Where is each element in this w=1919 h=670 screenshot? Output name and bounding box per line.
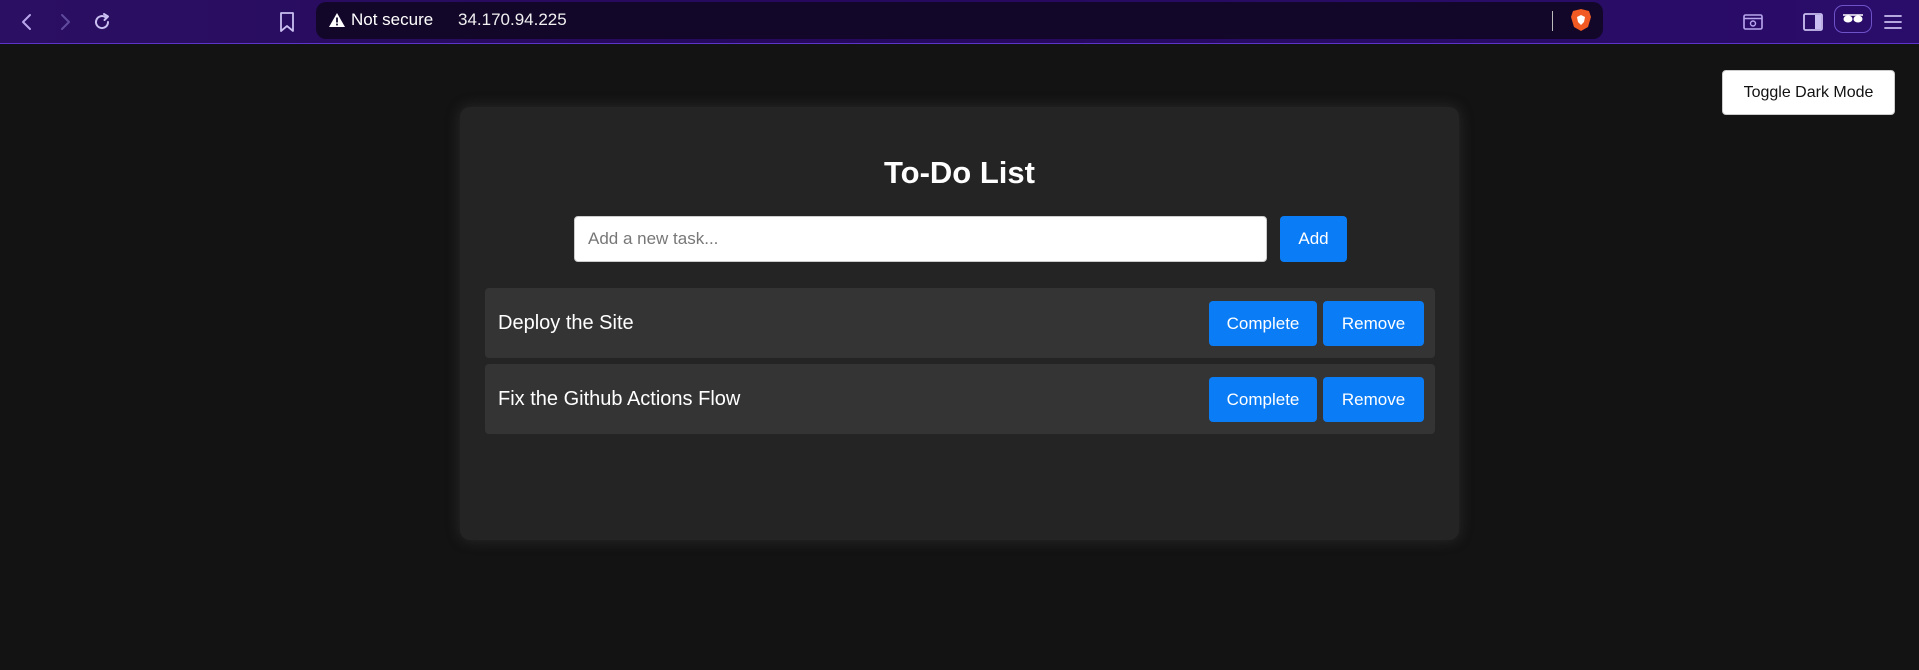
address-divider bbox=[1552, 11, 1553, 31]
security-label[interactable]: Not secure bbox=[351, 10, 433, 30]
warning-icon[interactable] bbox=[328, 12, 346, 33]
url-text[interactable]: 34.170.94.225 bbox=[458, 10, 567, 30]
bookmark-icon[interactable] bbox=[271, 6, 303, 38]
remove-button[interactable]: Remove bbox=[1323, 301, 1424, 346]
add-task-button[interactable]: Add bbox=[1280, 216, 1347, 262]
menu-icon[interactable] bbox=[1877, 6, 1909, 38]
page-title: To-Do List bbox=[884, 155, 1035, 190]
remove-button[interactable]: Remove bbox=[1323, 377, 1424, 422]
address-bar[interactable]: Not secure 34.170.94.225 bbox=[316, 2, 1603, 39]
todo-card: To-Do List Add Deploy the Site Complete … bbox=[460, 107, 1459, 540]
reload-icon[interactable] bbox=[86, 6, 118, 38]
task-item: Deploy the Site Complete Remove bbox=[485, 288, 1435, 358]
complete-button[interactable]: Complete bbox=[1209, 301, 1317, 346]
task-text: Fix the Github Actions Flow bbox=[498, 388, 741, 410]
browser-toolbar: Not secure 34.170.94.225 bbox=[0, 0, 1919, 44]
brave-shields-icon[interactable] bbox=[1570, 8, 1592, 37]
sidebar-icon[interactable] bbox=[1797, 6, 1829, 38]
vpn-icon[interactable] bbox=[1834, 5, 1872, 33]
complete-button[interactable]: Complete bbox=[1209, 377, 1317, 422]
back-icon[interactable] bbox=[11, 6, 43, 38]
toggle-dark-mode-button[interactable]: Toggle Dark Mode bbox=[1722, 70, 1895, 115]
new-task-input[interactable] bbox=[574, 216, 1267, 262]
screenshot-icon[interactable] bbox=[1737, 6, 1769, 38]
task-item: Fix the Github Actions Flow Complete Rem… bbox=[485, 364, 1435, 434]
task-text: Deploy the Site bbox=[498, 312, 634, 334]
forward-icon[interactable] bbox=[49, 6, 81, 38]
